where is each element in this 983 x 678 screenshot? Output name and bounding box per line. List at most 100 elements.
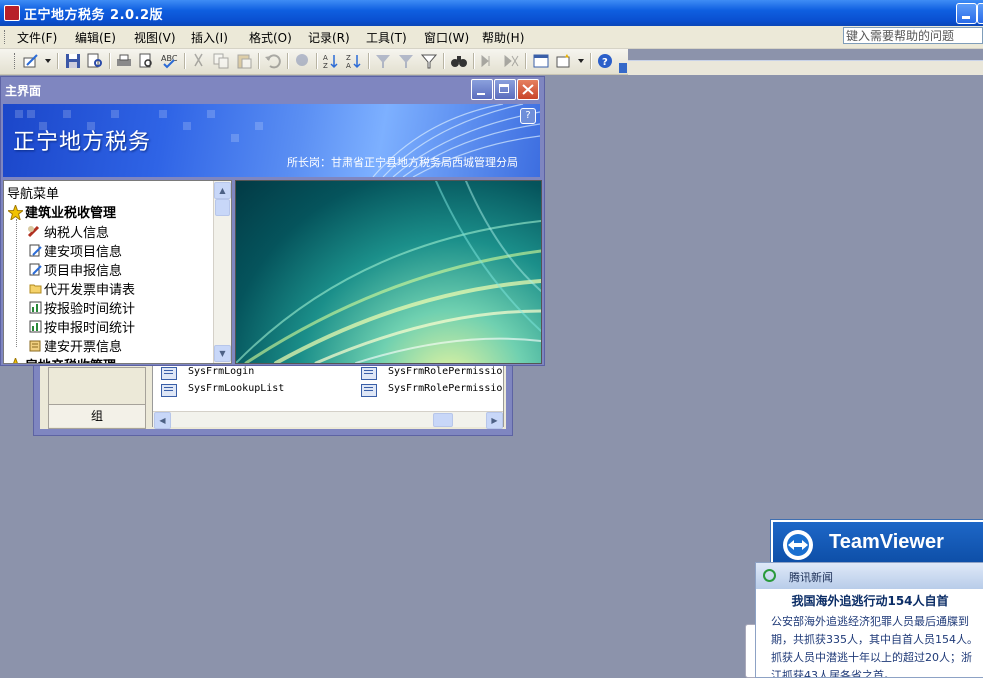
scroll-thumb[interactable] — [215, 199, 230, 216]
teamviewer-label: TeamViewer — [829, 531, 944, 553]
scroll-right-button[interactable]: ▶ — [486, 412, 503, 429]
minimize-button[interactable] — [956, 3, 977, 24]
menu-file[interactable]: 文件(F) — [17, 29, 57, 46]
scroll-left-button[interactable]: ◀ — [154, 412, 171, 429]
menu-insert[interactable]: 插入(I) — [191, 29, 228, 46]
news-line: 江抓获43人居各省之首。 — [771, 669, 895, 678]
print-icon[interactable] — [115, 52, 133, 70]
menu-records[interactable]: 记录(R) — [308, 29, 350, 46]
banner: 正宁地方税务 所长岗：甘肃省正宁县地方税务局西城管理分局 ? — [3, 104, 540, 177]
database-window-icon[interactable] — [532, 52, 550, 70]
main-window: 主界面 正宁地方税务 所长岗：甘肃省正宁县地方税务局西城管理分局 ? 导航菜单 … — [0, 76, 545, 366]
horizontal-scrollbar[interactable]: ◀ ▶ — [153, 411, 503, 429]
groups-button[interactable]: 组 — [49, 404, 145, 427]
groups-panel: 组 — [48, 367, 146, 429]
menu-edit[interactable]: 编辑(E) — [75, 29, 116, 46]
nav-item-invoice-info[interactable]: 建安开票信息 — [44, 336, 122, 355]
nav-group-construction[interactable]: 建筑业税收管理 — [25, 202, 116, 221]
menu-help[interactable]: 帮助(H) — [482, 29, 524, 46]
design-view-icon[interactable] — [22, 52, 40, 70]
help-search-input[interactable]: 键入需要帮助的问题 — [843, 27, 983, 44]
chevron-down-icon[interactable] — [44, 57, 52, 65]
banner-title: 正宁地方税务 — [13, 130, 152, 155]
maximize-button[interactable] — [977, 3, 983, 24]
new-record-icon[interactable] — [479, 52, 497, 70]
star-icon — [13, 358, 18, 363]
menu-window[interactable]: 窗口(W) — [424, 29, 469, 46]
window-title: 主界面 — [5, 84, 42, 98]
nav-group-realestate[interactable]: 房地产税收管理 — [25, 355, 116, 363]
filter-form-icon[interactable] — [397, 52, 415, 70]
nav-item-stats-declaration[interactable]: 按申报时间统计 — [44, 317, 135, 336]
window-maximize-button[interactable] — [494, 79, 516, 100]
form-icon — [361, 367, 377, 380]
svg-text:A: A — [323, 54, 328, 62]
teamviewer-header: TeamViewer — [773, 522, 983, 562]
banner-subtitle: 所长岗：甘肃省正宁县地方税务局西城管理分局 — [287, 156, 518, 169]
news-headline[interactable]: 我国海外追逃行动154人自首 — [756, 592, 983, 609]
toolbar-extension — [628, 60, 983, 75]
news-header: 腾讯新闻 — [756, 563, 983, 589]
print-preview-icon[interactable] — [137, 52, 155, 70]
nav-item-stats-inspection[interactable]: 按报验时间统计 — [44, 298, 135, 317]
hyperlink-icon[interactable] — [293, 52, 311, 70]
navigation-tree: 导航菜单 建筑业税收管理 纳税人信息 建安项目信息 项目申报信息 代开发票申请表… — [3, 180, 232, 364]
menu-tools[interactable]: 工具(T) — [366, 29, 407, 46]
news-source: 腾讯新闻 — [789, 571, 833, 584]
tree-line — [16, 219, 18, 347]
scroll-down-button[interactable]: ▼ — [214, 345, 231, 362]
close-icon[interactable] — [517, 79, 539, 100]
list-item[interactable]: SysFrmLogin — [188, 366, 254, 377]
window-minimize-button[interactable] — [471, 79, 493, 100]
save-icon[interactable] — [64, 52, 82, 70]
copy-icon[interactable] — [212, 52, 230, 70]
paste-icon[interactable] — [235, 52, 253, 70]
sort-descending-icon[interactable]: ZA — [345, 52, 363, 70]
scroll-up-button[interactable]: ▲ — [214, 182, 231, 199]
toolbar-options-button[interactable] — [619, 63, 627, 73]
help-icon[interactable]: ? — [596, 52, 614, 70]
svg-text:ABC: ABC — [161, 54, 178, 63]
delete-record-icon[interactable] — [502, 52, 520, 70]
nav-item-project[interactable]: 建安项目信息 — [44, 241, 122, 260]
apply-filter-icon[interactable] — [420, 52, 438, 70]
svg-text:A: A — [346, 62, 351, 70]
wallpaper-image — [235, 180, 542, 364]
sort-ascending-icon[interactable]: AZ — [322, 52, 340, 70]
file-search-icon[interactable] — [86, 52, 104, 70]
nav-item-invoice-application[interactable]: 代开发票申请表 — [44, 279, 135, 298]
svg-text:Z: Z — [346, 54, 351, 62]
form-icon — [161, 367, 177, 380]
undo-icon[interactable] — [264, 52, 282, 70]
svg-text:Z: Z — [323, 62, 328, 70]
menu-format[interactable]: 格式(O) — [249, 29, 292, 46]
filter-selection-icon[interactable] — [374, 52, 392, 70]
app-title: 正宁地方税务 2.0.2版 — [24, 8, 164, 23]
toolbar-grip[interactable] — [14, 53, 18, 69]
news-line: 期，共抓获335人，其中自首人员154人。 — [771, 633, 978, 646]
toolbar: ABC AZ ZA ? — [0, 49, 628, 75]
news-line: 公安部海外追逃经济犯罪人员最后通牒到 — [771, 615, 969, 628]
nav-item-declaration[interactable]: 项目申报信息 — [44, 260, 122, 279]
svg-text:?: ? — [602, 57, 608, 68]
vertical-scrollbar[interactable]: ▲ ▼ — [213, 181, 231, 363]
spelling-icon[interactable]: ABC — [160, 52, 178, 70]
document-edit-icon — [29, 263, 42, 276]
list-item[interactable]: SysFrmRolePermissio — [388, 366, 502, 377]
cut-icon[interactable] — [190, 52, 208, 70]
document-edit-icon — [29, 244, 42, 257]
menu-grip[interactable] — [4, 30, 8, 44]
find-icon[interactable] — [450, 52, 468, 70]
chevron-down-icon[interactable] — [577, 57, 585, 65]
scroll-thumb[interactable] — [433, 413, 453, 427]
menu-view[interactable]: 视图(V) — [134, 29, 176, 46]
star-icon — [8, 205, 23, 220]
tencent-news-icon — [763, 569, 776, 582]
app-icon — [4, 5, 20, 21]
question-icon[interactable]: ? — [520, 108, 536, 124]
list-item[interactable]: SysFrmLookupList — [188, 383, 284, 394]
nav-item-taxpayer[interactable]: 纳税人信息 — [44, 222, 109, 241]
new-object-icon[interactable] — [555, 52, 573, 70]
news-popup[interactable]: 腾讯新闻 我国海外追逃行动154人自首 公安部海外追逃经济犯罪人员最后通牒到 期… — [755, 562, 983, 678]
list-item[interactable]: SysFrmRolePermissio — [388, 383, 502, 394]
